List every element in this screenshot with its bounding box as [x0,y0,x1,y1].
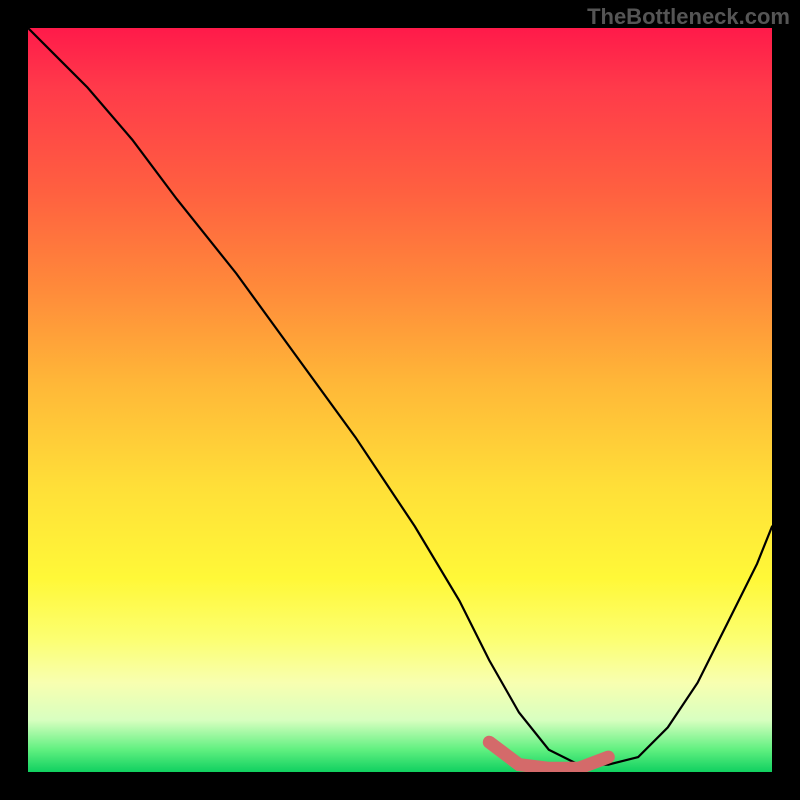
watermark-text: TheBottleneck.com [587,4,790,30]
chart-svg [28,28,772,772]
bottleneck-curve-path [28,28,772,765]
highlight-band-path [489,742,608,768]
plot-area [28,28,772,772]
